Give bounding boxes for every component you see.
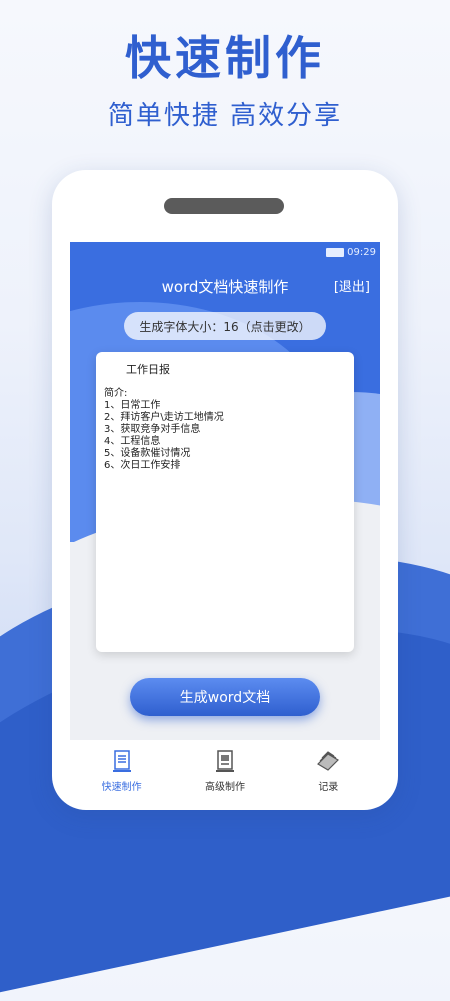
tab-advanced-create[interactable]: 高级制作 [173,740,276,802]
generate-word-button[interactable]: 生成word文档 [130,678,320,716]
bottom-tab-bar: 快速制作 高级制作 记录 [70,740,380,802]
document-line: 4、工程信息 [104,436,161,447]
tab-label: 快速制作 [101,782,142,793]
hero-title: 快速制作 [125,31,325,85]
records-icon [317,751,340,771]
status-time: 09:29 [347,247,376,258]
document-line: 2、拜访客户\走访工地情况 [104,412,224,423]
document-title: 工作日报 [126,363,170,376]
status-bar: 09:29 [326,247,376,258]
battery-icon [326,248,345,257]
app-screen: 09:29 word文档快速制作 [退出] 生成字体大小：16（点击更改） 工作… [70,242,380,802]
phone-speaker [164,198,284,214]
tab-quick-create[interactable]: 快速制作 [70,740,173,802]
exit-button[interactable]: [退出] [334,276,370,295]
hero-subtitle: 简单快捷 高效分享 [107,101,343,131]
document-line: 3、获取竞争对手信息 [104,424,201,435]
tab-label: 记录 [318,782,339,793]
document-editor[interactable]: 工作日报 简介: 1、日常工作 2、拜访客户\走访工地情况 3、获取竞争对手信息… [96,352,354,652]
font-size-button[interactable]: 生成字体大小：16（点击更改） [124,312,326,340]
phone-frame: 09:29 word文档快速制作 [退出] 生成字体大小：16（点击更改） 工作… [52,170,398,810]
tab-label: 高级制作 [204,782,245,793]
document-body: 简介: 1、日常工作 2、拜访客户\走访工地情况 3、获取竞争对手信息 4、工程… [104,388,224,472]
document-icon [112,750,131,772]
document-line: 5、设备款催讨情况 [104,448,191,459]
template-icon [215,750,234,772]
document-line: 简介: [104,388,128,399]
tab-records[interactable]: 记录 [277,740,380,802]
document-line: 6、次日工作安排 [104,460,181,471]
document-line: 1、日常工作 [104,400,161,411]
